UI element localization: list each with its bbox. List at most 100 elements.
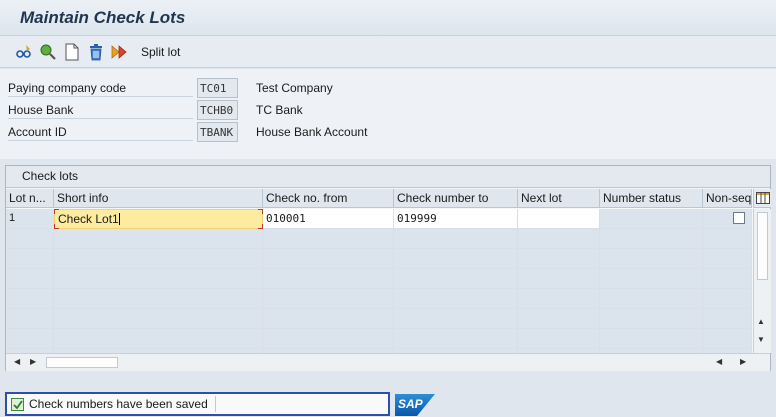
empty-table-cell[interactable] — [703, 249, 752, 269]
paying-company-code-field[interactable]: TC01 — [197, 78, 238, 98]
empty-table-cell[interactable] — [518, 229, 600, 249]
check-lots-table: Lot n... Short info Check no. from Check… — [6, 189, 752, 353]
sap-logo: SAP — [395, 394, 435, 416]
status-message: Check numbers have been saved — [29, 397, 208, 411]
title-bar: Maintain Check Lots — [0, 0, 776, 36]
empty-table-cell[interactable] — [263, 309, 394, 329]
empty-table-cell[interactable] — [54, 229, 263, 249]
scroll-right-arrow-icon[interactable]: ▶ — [30, 357, 36, 366]
row-1-check-number-to-input[interactable]: 019999 — [394, 209, 518, 229]
split-lot-button[interactable]: Split lot — [141, 45, 180, 59]
column-header-check-no-from[interactable]: Check no. from — [263, 189, 394, 208]
empty-table-cell[interactable] — [54, 329, 263, 349]
new-document-icon[interactable] — [62, 42, 82, 62]
empty-table-cell[interactable] — [263, 289, 394, 309]
empty-table-cell[interactable] — [600, 309, 703, 329]
empty-table-cell[interactable] — [600, 249, 703, 269]
status-bar: Check numbers have been saved SAP — [0, 385, 776, 417]
empty-table-cell[interactable] — [6, 249, 54, 269]
scroll-down-arrow-icon[interactable]: ▼ — [757, 335, 765, 344]
empty-table-cell[interactable] — [54, 249, 263, 269]
scroll-right-end-arrow-icon[interactable]: ▶ — [740, 357, 746, 366]
empty-table-cell[interactable] — [394, 329, 518, 349]
empty-table-cell[interactable] — [263, 329, 394, 349]
vertical-scrollbar[interactable]: ▲ ▼ — [753, 209, 771, 353]
column-header-check-number-to[interactable]: Check number to — [394, 189, 518, 208]
empty-table-cell[interactable] — [263, 229, 394, 249]
empty-table-cell[interactable] — [394, 269, 518, 289]
header-fields: Paying company code TC01 Test Company Ho… — [0, 69, 776, 159]
empty-table-cell[interactable] — [703, 269, 752, 289]
horizontal-scroll-thumb[interactable] — [46, 357, 118, 368]
row-1-non-seq-cell — [703, 209, 752, 229]
empty-table-cell[interactable] — [518, 289, 600, 309]
status-divider — [215, 396, 216, 412]
column-header-non-seq[interactable]: Non-seq — [703, 189, 752, 208]
empty-table-cell[interactable] — [518, 329, 600, 349]
check-lots-title-bar: Check lots — [6, 166, 770, 188]
row-1-number-status — [600, 209, 703, 229]
delete-icon[interactable] — [86, 42, 106, 62]
empty-table-cell[interactable] — [600, 289, 703, 309]
scroll-up-arrow-icon[interactable]: ▲ — [757, 317, 765, 326]
account-id-field[interactable]: TBANK — [197, 122, 238, 142]
account-id-label: Account ID — [8, 125, 193, 141]
empty-table-cell[interactable] — [394, 289, 518, 309]
glasses-edit-icon[interactable] — [14, 42, 34, 62]
empty-table-cell[interactable] — [6, 229, 54, 249]
check-lots-title: Check lots — [22, 169, 79, 183]
sap-logo-text: SAP — [398, 397, 423, 411]
horizontal-scrollbar[interactable]: ◀ ▶ ◀ ▶ — [6, 353, 770, 371]
empty-table-cell[interactable] — [54, 269, 263, 289]
column-header-lot-number[interactable]: Lot n... — [6, 189, 54, 208]
text-cursor — [118, 213, 120, 225]
scroll-left-arrow-icon[interactable]: ◀ — [14, 357, 20, 366]
focus-corner — [54, 209, 59, 214]
empty-table-cell[interactable] — [394, 229, 518, 249]
empty-table-cell[interactable] — [6, 289, 54, 309]
account-id-description: House Bank Account — [256, 125, 368, 139]
row-1-non-seq-checkbox[interactable] — [733, 212, 745, 224]
empty-table-cell[interactable] — [600, 329, 703, 349]
success-check-icon — [11, 398, 24, 411]
empty-table-cell[interactable] — [6, 269, 54, 289]
empty-table-cell[interactable] — [518, 309, 600, 329]
vertical-scroll-thumb[interactable] — [757, 212, 768, 280]
empty-table-cell[interactable] — [394, 309, 518, 329]
empty-table-cell[interactable] — [54, 309, 263, 329]
row-1-check-no-from-input[interactable]: 010001 — [263, 209, 394, 229]
house-bank-field[interactable]: TCHB0 — [197, 100, 238, 120]
paying-company-code-label: Paying company code — [8, 81, 193, 97]
row-1-next-lot-input[interactable] — [518, 209, 600, 229]
page-title: Maintain Check Lots — [20, 8, 186, 27]
column-header-short-info[interactable]: Short info — [54, 189, 263, 208]
empty-table-cell[interactable] — [600, 269, 703, 289]
scroll-left-end-arrow-icon[interactable]: ◀ — [716, 357, 722, 366]
empty-table-cell[interactable] — [703, 229, 752, 249]
column-settings-icon[interactable] — [753, 189, 771, 208]
status-message-box[interactable]: Check numbers have been saved — [5, 392, 390, 416]
next-icon[interactable] — [110, 42, 130, 62]
column-header-number-status[interactable]: Number status — [600, 189, 703, 208]
display-icon[interactable] — [38, 42, 58, 62]
paying-company-code-description: Test Company — [256, 81, 333, 95]
empty-table-cell[interactable] — [6, 309, 54, 329]
empty-table-cell[interactable] — [518, 249, 600, 269]
empty-table-cell[interactable] — [263, 249, 394, 269]
row-1-lot-number: 1 — [6, 209, 54, 229]
row-1-short-info-text: Check Lot1 — [58, 212, 119, 226]
check-lots-panel: Check lots Lot n... Short info Check no.… — [5, 165, 771, 371]
empty-table-cell[interactable] — [54, 289, 263, 309]
row-1-short-info-input[interactable]: Check Lot1 — [54, 209, 263, 229]
empty-table-cell[interactable] — [703, 289, 752, 309]
empty-table-cell[interactable] — [6, 329, 54, 349]
empty-table-cell[interactable] — [703, 329, 752, 349]
empty-table-cell[interactable] — [703, 309, 752, 329]
empty-table-cell[interactable] — [600, 229, 703, 249]
application-toolbar: Split lot — [0, 36, 776, 68]
empty-table-cell[interactable] — [518, 269, 600, 289]
column-header-next-lot[interactable]: Next lot — [518, 189, 600, 208]
house-bank-label: House Bank — [8, 103, 193, 119]
empty-table-cell[interactable] — [394, 249, 518, 269]
empty-table-cell[interactable] — [263, 269, 394, 289]
